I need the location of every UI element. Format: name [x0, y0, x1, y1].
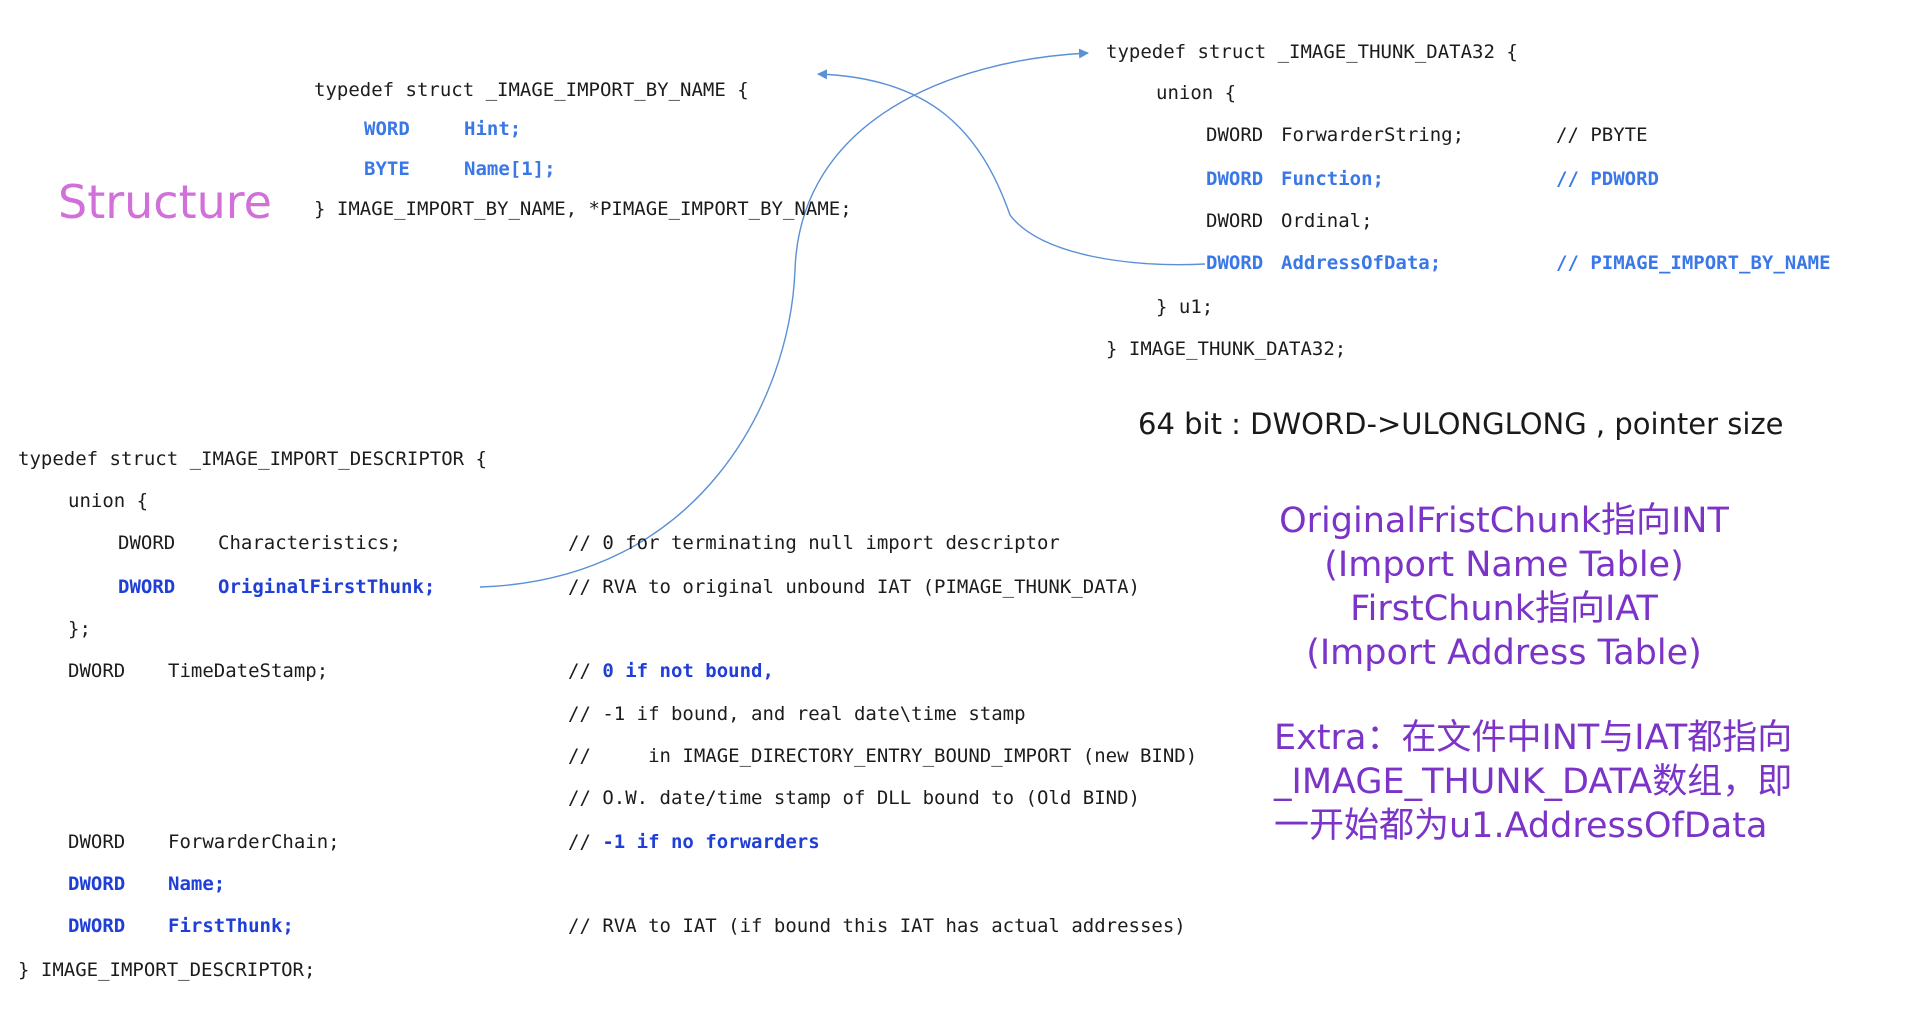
code-line: } IMAGE_IMPORT_BY_NAME, *PIMAGE_IMPORT_B…: [314, 198, 852, 220]
arrow-originalfirstthunk-to-thunkdata: [479, 48, 1089, 588]
code-line: } u1;: [1156, 296, 1214, 318]
code-line: union {: [1156, 82, 1237, 104]
comment-line: // in IMAGE_DIRECTORY_ENTRY_BOUND_IMPORT…: [568, 745, 1198, 767]
field-comment: // PDWORD: [1556, 168, 1659, 190]
field-name: Name[1];: [464, 158, 556, 180]
field-comment: // -1 if no forwarders: [568, 830, 820, 854]
field-type: DWORD: [68, 915, 126, 937]
code-line: union {: [68, 490, 149, 512]
comment-prefix: //: [568, 831, 603, 853]
field-type: DWORD: [68, 660, 126, 682]
code-line: typedef struct _IMAGE_IMPORT_BY_NAME {: [314, 79, 749, 101]
field-comment: // RVA to IAT (if bound this IAT has act…: [568, 915, 1186, 937]
field-name: Name;: [168, 873, 226, 895]
code-line: };: [68, 618, 91, 640]
field-type: DWORD: [68, 831, 126, 853]
field-name: Ordinal;: [1281, 210, 1373, 232]
field-name: TimeDateStamp;: [168, 660, 329, 682]
field-name: Characteristics;: [218, 532, 402, 554]
page-title: Structure: [58, 175, 272, 229]
arrow-addressofdata-to-importbyname: [817, 69, 1206, 266]
field-name: Hint;: [464, 118, 522, 140]
extra-line: Extra：在文件中INT与IAT都指向: [1274, 718, 1793, 758]
field-name: FirstThunk;: [168, 915, 294, 937]
comment-bold: 0 if not bound,: [602, 660, 774, 682]
extra-line: 一开始都为u1.AddressOfData: [1274, 806, 1768, 846]
extra-line: _IMAGE_THUNK_DATA数组，即: [1274, 762, 1793, 802]
code-line: typedef struct _IMAGE_IMPORT_DESCRIPTOR …: [18, 448, 487, 470]
comment-bold: -1 if no forwarders: [602, 831, 820, 853]
field-type: DWORD: [1206, 124, 1264, 146]
field-comment: // PIMAGE_IMPORT_BY_NAME: [1556, 252, 1831, 274]
field-type: DWORD: [1206, 168, 1264, 190]
comment-line: // O.W. date/time stamp of DLL bound to …: [568, 787, 1140, 809]
explanation-line: OriginalFristChunk指向INT: [1279, 501, 1729, 541]
field-type: BYTE: [364, 158, 410, 180]
code-line: } IMAGE_IMPORT_DESCRIPTOR;: [18, 959, 316, 981]
field-type: WORD: [364, 118, 410, 140]
field-comment: // 0 for terminating null import descrip…: [568, 532, 1060, 554]
field-name: Function;: [1281, 168, 1384, 190]
comment-line: // -1 if bound, and real date\time stamp: [568, 703, 1026, 725]
note-64bit: 64 bit : DWORD->ULONGLONG , pointer size: [1138, 407, 1784, 441]
field-comment: // 0 if not bound,: [568, 659, 774, 683]
explanation-line: (Import Name Table): [1324, 545, 1684, 585]
explanation-line: FirstChunk指向IAT: [1350, 589, 1658, 629]
code-line: } IMAGE_THUNK_DATA32;: [1106, 338, 1347, 360]
field-name: OriginalFirstThunk;: [218, 576, 436, 598]
field-comment: // RVA to original unbound IAT (PIMAGE_T…: [568, 576, 1140, 598]
field-name: AddressOfData;: [1281, 252, 1442, 274]
field-type: DWORD: [118, 576, 176, 598]
field-type: DWORD: [1206, 210, 1264, 232]
field-type: DWORD: [118, 532, 176, 554]
slide: Structure typedef struct _IMAGE_IMPORT_B…: [0, 0, 1919, 1010]
comment-prefix: //: [568, 660, 603, 682]
field-name: ForwarderString;: [1281, 124, 1465, 146]
field-type: DWORD: [1206, 252, 1264, 274]
field-type: DWORD: [68, 873, 126, 895]
field-comment: // PBYTE: [1556, 124, 1648, 146]
code-line: typedef struct _IMAGE_THUNK_DATA32 {: [1106, 41, 1518, 63]
explanation-line: (Import Address Table): [1306, 633, 1702, 673]
field-name: ForwarderChain;: [168, 831, 340, 853]
